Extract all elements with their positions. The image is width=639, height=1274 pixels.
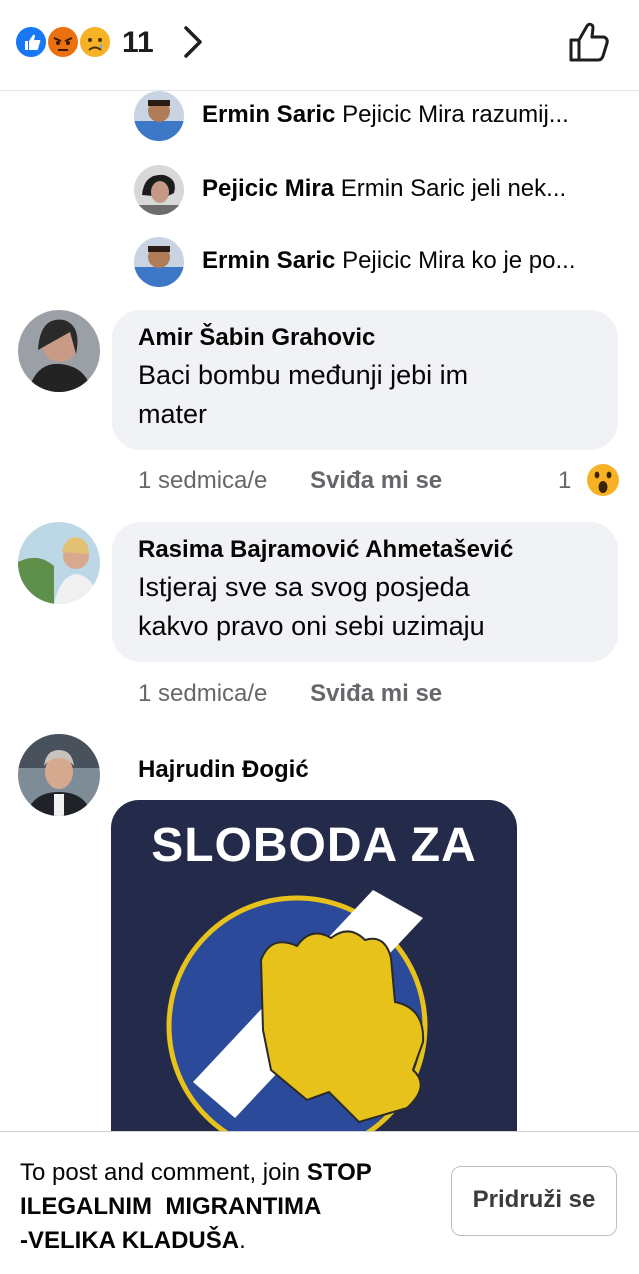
chevron-right-icon[interactable] [176, 22, 210, 62]
comment-bubble[interactable]: Rasima Bajramović Ahmetašević Istjeraj s… [112, 522, 618, 662]
join-group-footer: To post and comment, join STOP ILEGALNIM… [0, 1131, 639, 1274]
comment-like-button[interactable]: Sviđa mi se [310, 680, 442, 707]
comment-author[interactable]: Rasima Bajramović Ahmetašević [138, 536, 592, 564]
comment-meta: 1 sedmica/e Sviđa mi se [138, 680, 442, 708]
reply-preview: Ermin Saric jeli nek... [340, 175, 567, 202]
angry-reaction-icon[interactable] [46, 25, 80, 59]
avatar[interactable] [18, 310, 100, 392]
like-reaction-icon[interactable] [14, 25, 48, 59]
reply-author[interactable]: Ermin Saric [202, 247, 335, 274]
comment-like-button[interactable]: Sviđa mi se [310, 467, 442, 494]
comment-time[interactable]: 1 sedmica/e [138, 467, 267, 494]
comment-text-line: Baci bombu međunji jebi im [138, 360, 469, 390]
avatar[interactable] [134, 165, 184, 215]
wow-reaction-icon[interactable] [585, 462, 621, 498]
raised-fist-emblem-icon [166, 890, 428, 1132]
reply-text[interactable]: Pejicic Mira Ermin Saric jeli nek... [202, 175, 639, 203]
comment-text-line: Istjeraj sve sa svog posjeda [138, 572, 470, 602]
reply-author[interactable]: Pejicic Mira [202, 175, 334, 202]
group-name-line[interactable]: -VELIKA KLADUŠA [20, 1227, 239, 1254]
reply-author[interactable]: Ermin Saric [202, 101, 335, 128]
reply-text[interactable]: Ermin Saric Pejicic Mira razumij... [202, 101, 639, 129]
comment-reaction-count[interactable]: 1 [558, 467, 571, 495]
comment-text-line: kakvo pravo oni sebi uzimaju [138, 611, 485, 641]
group-name-line[interactable]: ILEGALNIM MIGRANTIMA [20, 1193, 321, 1220]
join-prompt-prefix: To post and comment, join [20, 1159, 307, 1186]
reply-text[interactable]: Ermin Saric Pejicic Mira ko je po... [202, 247, 639, 275]
join-prompt-suffix: . [239, 1227, 246, 1254]
join-group-button[interactable]: Pridruži se [451, 1166, 617, 1236]
avatar[interactable] [18, 522, 100, 604]
comment-meta: 1 sedmica/e Sviđa mi se [138, 467, 442, 495]
comment-image[interactable]: SLOBODA ZA [111, 800, 517, 1132]
avatar[interactable] [134, 237, 184, 287]
comment-text-line: mater [138, 399, 208, 429]
sad-reaction-icon[interactable] [78, 25, 112, 59]
reply-preview: Pejicic Mira razumij... [342, 101, 569, 128]
avatar[interactable] [134, 91, 184, 141]
reply-preview: Pejicic Mira ko je po... [342, 247, 576, 274]
reactions-header: 11 [0, 0, 639, 91]
group-name-line[interactable]: STOP [307, 1159, 372, 1186]
comment-author[interactable]: Hajrudin Đogić [138, 756, 309, 784]
avatar[interactable] [18, 734, 100, 816]
comment-bubble[interactable]: Amir Šabin Grahovic Baci bombu međunji j… [112, 310, 618, 450]
like-outline-icon[interactable] [564, 18, 614, 68]
reaction-count[interactable]: 11 [122, 26, 154, 60]
join-prompt: To post and comment, join STOP ILEGALNIM… [20, 1156, 440, 1258]
comment-time[interactable]: 1 sedmica/e [138, 680, 267, 707]
comment-author[interactable]: Amir Šabin Grahovic [138, 324, 592, 352]
